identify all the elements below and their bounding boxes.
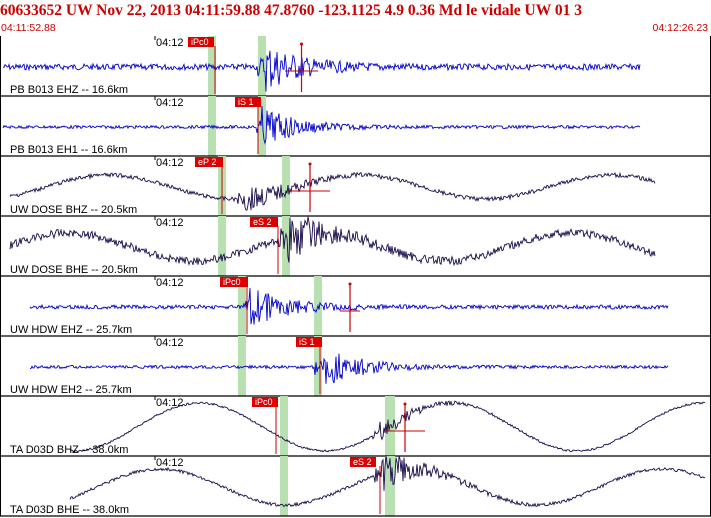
minute-tick-label: 04:12 bbox=[156, 217, 184, 229]
pick-label: eS 2 bbox=[353, 457, 372, 467]
pick-label: iS 1 bbox=[238, 97, 254, 107]
pick-label: iPc0 bbox=[191, 37, 209, 47]
pick-window bbox=[282, 216, 290, 276]
minute-tick-label: 04:12 bbox=[156, 157, 184, 169]
end-time-label: 04:12:26.23 bbox=[652, 22, 708, 34]
coda-dot bbox=[300, 42, 303, 46]
pick-window bbox=[258, 36, 266, 96]
pick-window bbox=[218, 216, 226, 276]
pick-label: eS 2 bbox=[253, 217, 272, 227]
trace-panel[interactable]: 04:12 eP 2 UW DOSE BHZ -- 20.5km bbox=[0, 156, 711, 217]
trace-label: UW HDW EH2 -- 25.7km bbox=[10, 384, 132, 396]
coda-dot bbox=[308, 162, 312, 166]
pick-label: iPc0 bbox=[255, 397, 273, 407]
coda-dot bbox=[348, 282, 352, 286]
trace-panel[interactable]: 04:12 eS 2 TA D03D BHE -- 38.0km bbox=[0, 455, 711, 517]
waveform bbox=[9, 216, 656, 267]
pick-label: eP 2 bbox=[198, 157, 216, 167]
minute-tick-label: 04:12 bbox=[156, 337, 184, 349]
trace-label: PB B013 EHZ -- 16.6km bbox=[10, 84, 128, 96]
trace-panel[interactable]: 04:12 iPc0 UW HDW EHZ -- 25.7km bbox=[0, 276, 711, 337]
waveform bbox=[29, 288, 669, 325]
trace-label: UW DOSE BHZ -- 20.5km bbox=[10, 204, 137, 216]
trace-panel[interactable]: 04:12 iS 1 PB B013 EH1 -- 16.6km bbox=[0, 96, 711, 157]
trace-label: UW HDW EHZ -- 25.7km bbox=[10, 324, 132, 336]
trace-panel[interactable]: 04:12 iPc0 TA D03D BHZ -- 38.0km bbox=[0, 396, 711, 457]
minute-tick-label: 04:12 bbox=[156, 37, 184, 49]
pick-window bbox=[238, 336, 246, 396]
pick-window bbox=[280, 396, 288, 456]
trace-panel[interactable]: 04:12 iS 1 UW HDW EH2 -- 25.7km bbox=[0, 336, 711, 397]
trace-label: PB B013 EH1 -- 16.6km bbox=[10, 144, 127, 156]
pick-label: iPc0 bbox=[223, 277, 241, 287]
trace-label: TA D03D BHZ -- 38.0km bbox=[10, 444, 128, 456]
trace-panel[interactable]: 04:12 eS 2 UW DOSE BHE -- 20.5km bbox=[0, 216, 711, 277]
event-header: 60633652 UW Nov 22, 2013 04:11:59.88 47.… bbox=[0, 2, 582, 19]
minute-tick-label: 04:12 bbox=[156, 397, 184, 409]
start-time-label: 04:11:52.88 bbox=[1, 22, 56, 34]
seismogram-viewer: 60633652 UW Nov 22, 2013 04:11:59.88 47.… bbox=[0, 0, 711, 518]
coda-dot bbox=[403, 402, 407, 406]
trace-panels[interactable]: 04:12 iPc0 PB B013 EHZ -- 16.6km 04:12 iS 1 P… bbox=[0, 36, 711, 518]
waveform bbox=[30, 353, 669, 384]
pick-label: iS 1 bbox=[299, 337, 315, 347]
trace-panel[interactable]: 04:12 iPc0 PB B013 EHZ -- 16.6km bbox=[0, 36, 711, 97]
minute-tick-label: 04:12 bbox=[156, 277, 184, 289]
minute-tick-label: 04:12 bbox=[156, 97, 184, 109]
minute-tick-label: 04:12 bbox=[156, 457, 184, 469]
pick-window bbox=[282, 156, 290, 216]
trace-label: UW DOSE BHE -- 20.5km bbox=[10, 264, 138, 276]
waveform bbox=[2, 105, 641, 145]
trace-label: TA D03D BHE -- 38.0km bbox=[10, 504, 129, 516]
